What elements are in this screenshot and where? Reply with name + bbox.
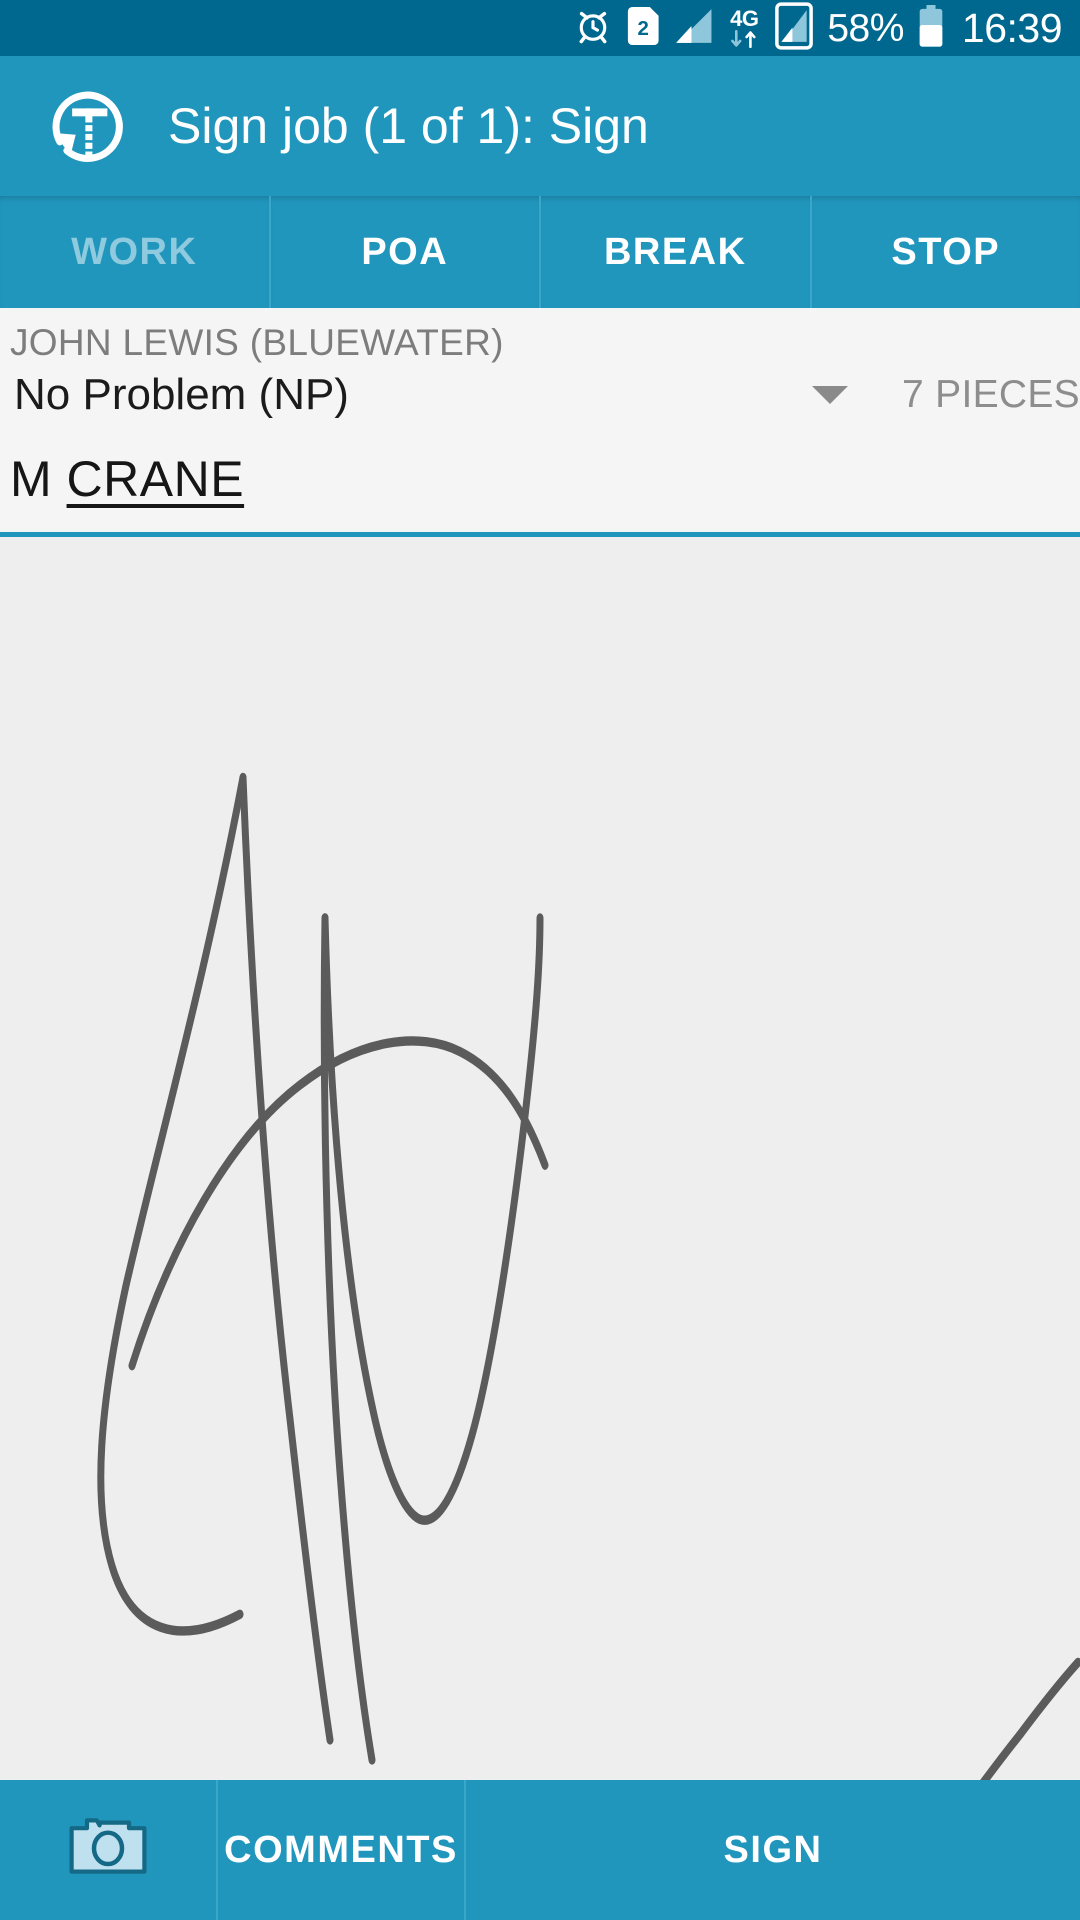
bottom-action-bar: COMMENTS SIGN — [0, 1780, 1080, 1920]
signature-canvas[interactable] — [0, 537, 1080, 1780]
network-4g-icon: 4G — [727, 8, 761, 48]
tab-break[interactable]: BREAK — [539, 196, 810, 308]
comments-button[interactable]: COMMENTS — [216, 1780, 464, 1920]
signee-name-surname: CRANE — [66, 451, 245, 507]
battery-percent-label: 58% — [827, 6, 904, 50]
app-root: 2 4G 58% 16:39 Sign job (1 of 1): Sign W… — [0, 0, 1080, 1920]
page-title: Sign job (1 of 1): Sign — [168, 98, 649, 154]
status-bar: 2 4G 58% 16:39 — [0, 0, 1080, 56]
sign-button[interactable]: SIGN — [464, 1780, 1080, 1920]
signal-bars-icon — [673, 7, 713, 50]
tab-work[interactable]: WORK — [0, 196, 269, 308]
svg-text:2: 2 — [638, 16, 649, 39]
tab-poa-label: POA — [361, 230, 449, 273]
tab-work-label: WORK — [71, 230, 198, 273]
signee-name-input[interactable]: M CRANE — [10, 450, 1080, 532]
comments-button-label: COMMENTS — [224, 1828, 458, 1871]
camera-button[interactable] — [0, 1780, 216, 1920]
signee-name-prefix: M — [10, 451, 67, 507]
alarm-icon — [574, 7, 612, 50]
app-bar: Sign job (1 of 1): Sign — [0, 56, 1080, 196]
sim-card-2-icon: 2 — [626, 6, 659, 50]
signee-name-field-wrapper: M CRANE — [0, 434, 1080, 537]
status-bar-icons: 2 4G 58% 16:39 — [574, 1, 1063, 55]
pieces-count-label: 7 PIECES — [902, 373, 1080, 416]
chevron-down-icon[interactable] — [812, 386, 849, 404]
data-transfer-arrows-icon — [731, 30, 756, 48]
app-logo-icon — [44, 82, 132, 170]
signal-boxed-icon — [775, 1, 814, 55]
sign-button-label: SIGN — [723, 1828, 823, 1871]
tab-bar: WORK POA BREAK STOP — [0, 196, 1080, 308]
tab-break-label: BREAK — [603, 230, 747, 273]
camera-icon — [66, 1811, 150, 1889]
tab-poa[interactable]: POA — [268, 196, 539, 308]
network-type-label: 4G — [730, 6, 759, 31]
delivery-status-dropdown-value[interactable]: No Problem (NP) — [14, 370, 349, 420]
job-info-block: JOHN LEWIS (BLUEWATER) No Problem (NP) 7… — [0, 308, 1080, 434]
job-status-row: No Problem (NP) 7 PIECES — [0, 366, 1080, 434]
tab-stop-label: STOP — [891, 230, 1001, 273]
tab-stop[interactable]: STOP — [809, 196, 1080, 308]
customer-name-label: JOHN LEWIS (BLUEWATER) — [10, 322, 504, 363]
battery-icon — [918, 4, 944, 52]
signature-strokes — [97, 772, 1080, 1780]
status-bar-clock: 16:39 — [961, 4, 1063, 51]
